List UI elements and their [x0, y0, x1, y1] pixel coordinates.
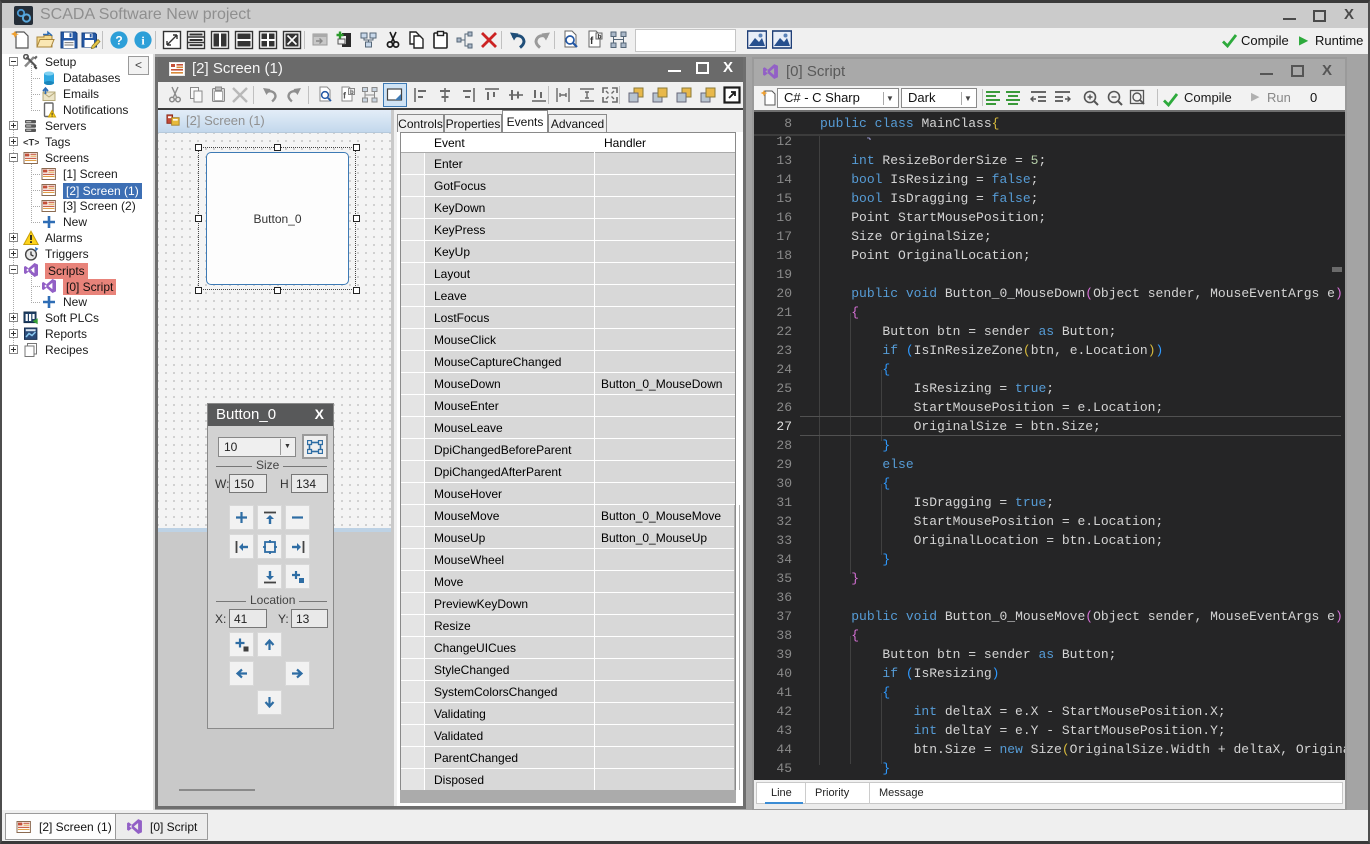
svg-text:<T>: <T>	[23, 138, 39, 149]
svg-text:?: ?	[115, 34, 122, 48]
svg-text:b: b	[350, 90, 354, 96]
svg-text:b: b	[598, 33, 602, 40]
